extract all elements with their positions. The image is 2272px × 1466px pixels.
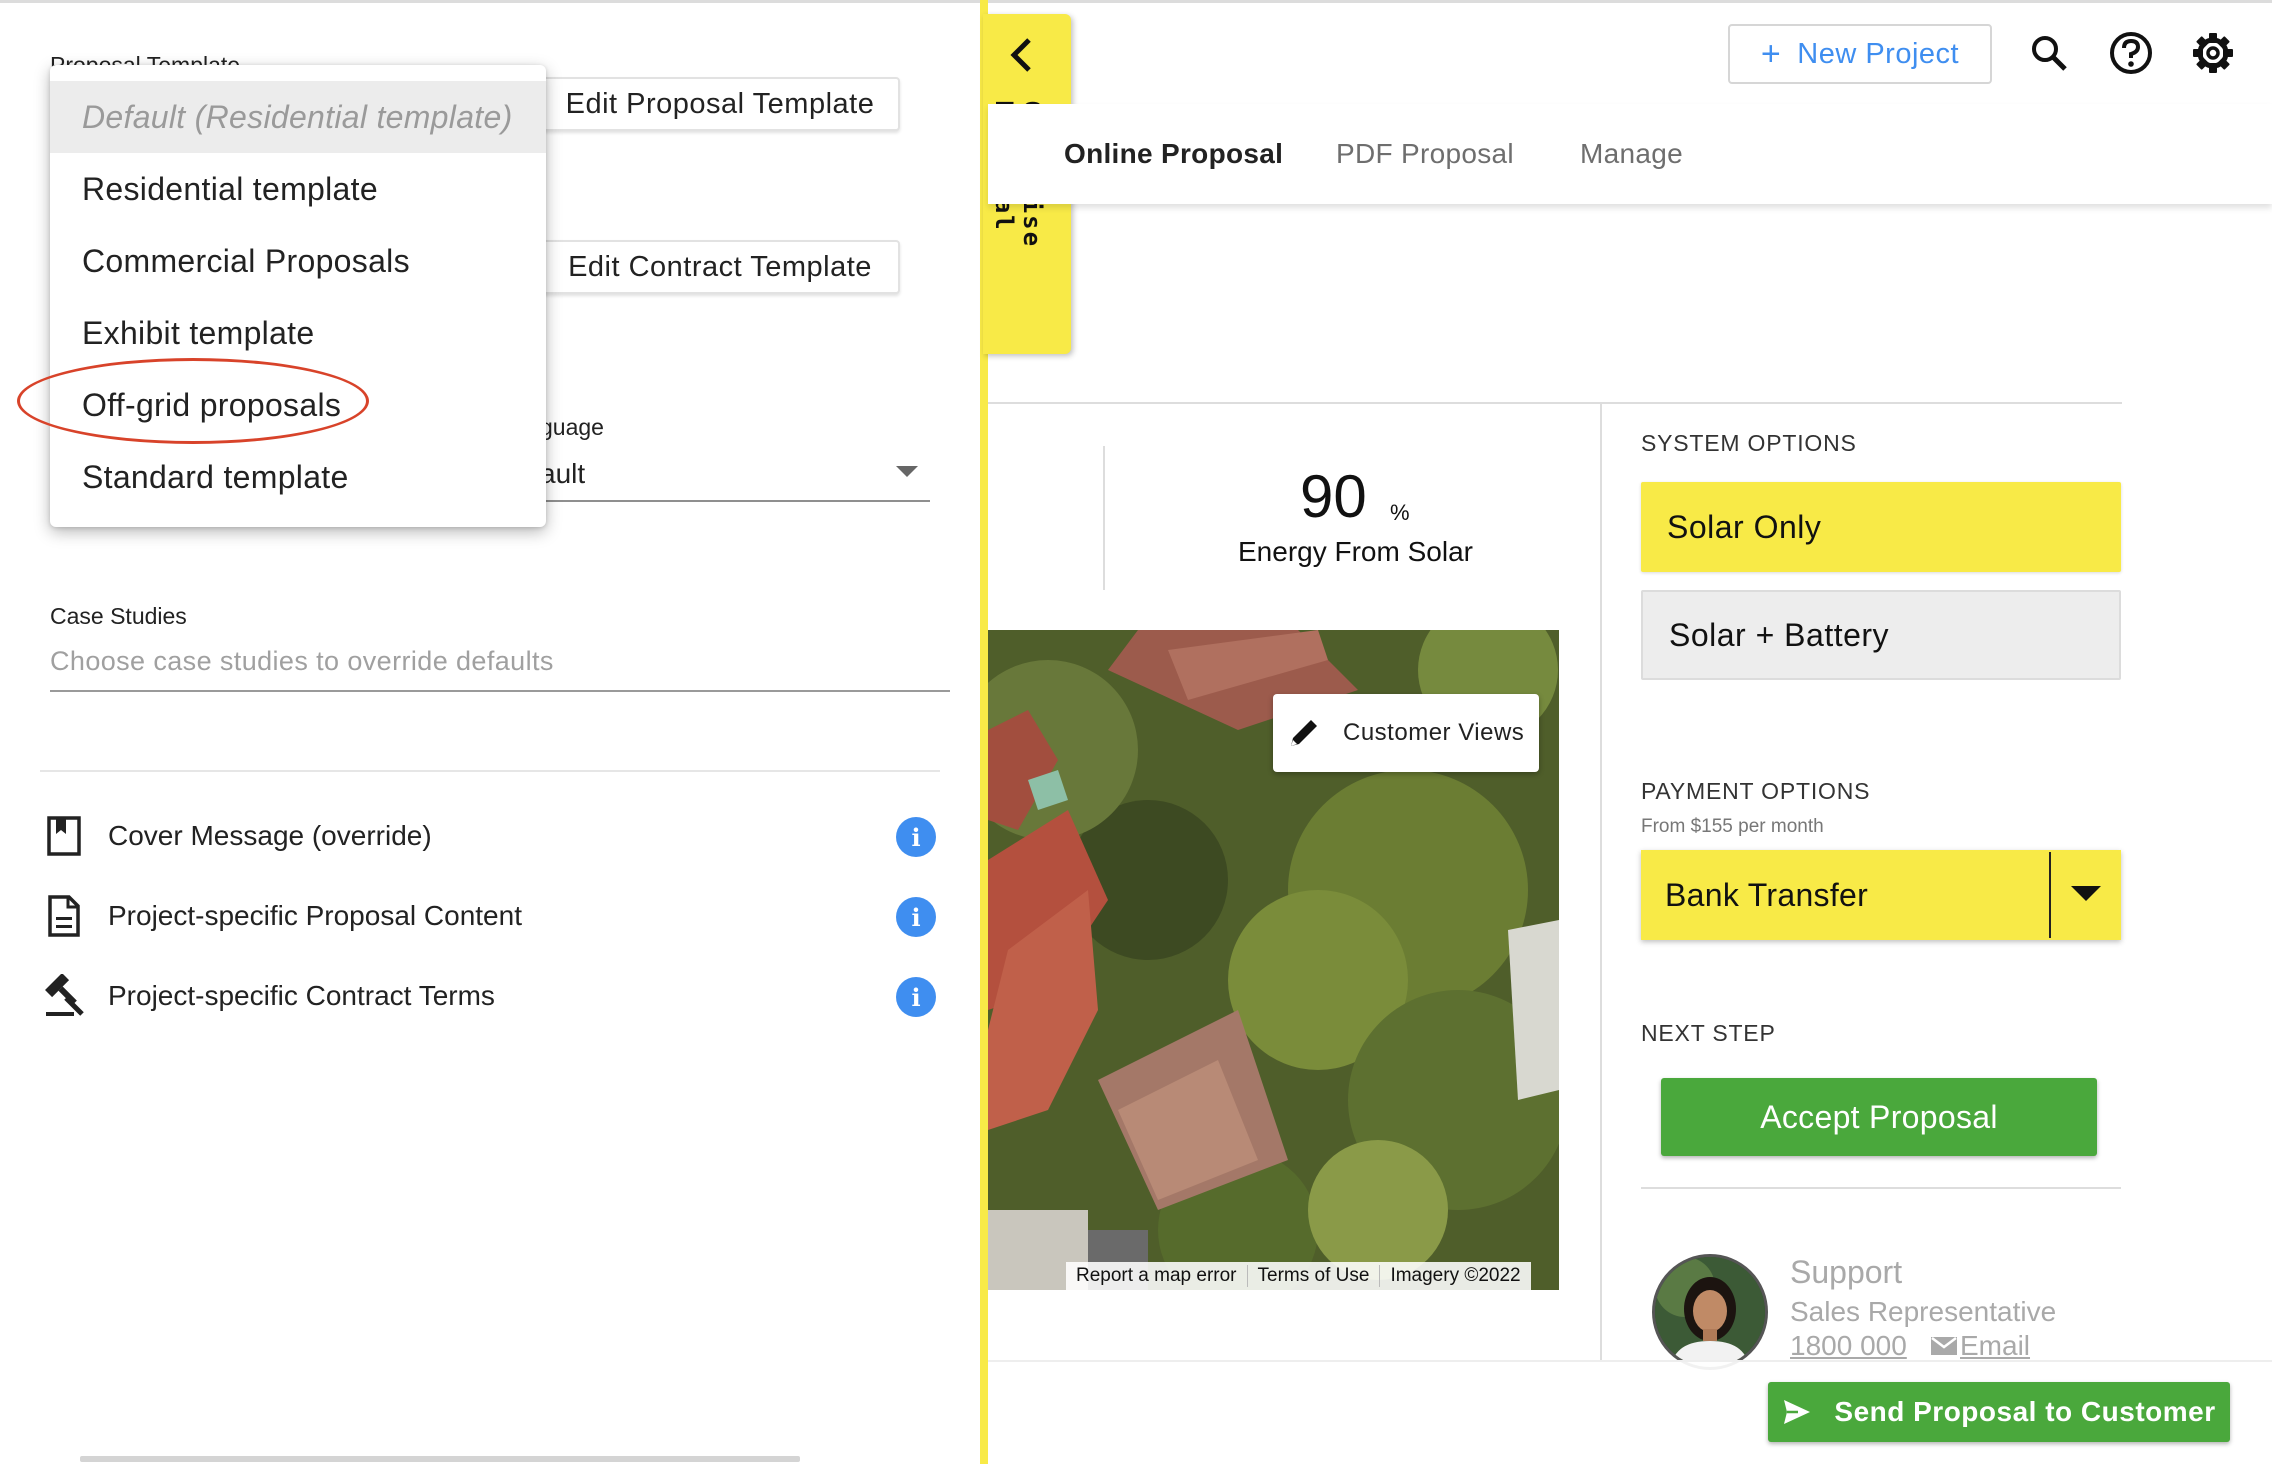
column-divider (1600, 404, 1602, 1360)
chevron-down-icon[interactable] (896, 466, 918, 477)
content-top-divider (988, 402, 2122, 404)
energy-from-solar-label: Energy From Solar (1238, 536, 1473, 567)
gavel-icon (40, 972, 88, 1020)
support-title: Support (1790, 1254, 1903, 1290)
bookmark-page-icon (40, 812, 88, 860)
info-icon[interactable]: i (896, 977, 936, 1017)
avatar (1652, 1254, 1768, 1370)
annotation-highlight-circle (17, 358, 369, 444)
menu-item-exhibit[interactable]: Exhibit template (50, 297, 546, 369)
energy-percentage-unit: % (1390, 500, 1410, 525)
customer-views-button[interactable]: Customer Views (1273, 694, 1539, 772)
pencil-icon (1291, 720, 1317, 746)
tab-online-proposal[interactable]: Online Proposal (1064, 138, 1283, 170)
customer-views-label: Customer Views (1343, 719, 1525, 746)
contract-terms-label: Project-specific Contract Terms (108, 980, 495, 1011)
case-studies-label: Case Studies (50, 603, 187, 629)
support-role: Sales Representative (1790, 1296, 2057, 1327)
payment-options-subtitle: From $155 per month (1641, 816, 1824, 837)
report-map-error-link[interactable]: Report a map error (1066, 1265, 1248, 1287)
payment-method-select[interactable]: Bank Transfer (1641, 850, 2121, 940)
energy-percentage-value: 90 (1300, 463, 1367, 530)
support-divider (1641, 1187, 2121, 1189)
case-studies-underline (50, 690, 950, 692)
payment-options-label: PAYMENT OPTIONS (1641, 778, 1871, 804)
app-header (988, 0, 2272, 106)
cover-message-label: Cover Message (override) (108, 820, 432, 851)
divider (40, 770, 940, 772)
support-email-label: Email (1960, 1330, 2031, 1361)
payment-method-value: Bank Transfer (1665, 876, 1869, 913)
tab-pdf-proposal[interactable]: PDF Proposal (1336, 138, 1514, 170)
language-select-value[interactable]: ault (540, 458, 585, 490)
cover-message-item[interactable]: Cover Message (override) (40, 806, 432, 866)
solar-only-option[interactable]: Solar Only (1641, 482, 2121, 572)
system-options-label: SYSTEM OPTIONS (1641, 430, 1857, 456)
imagery-credit: Imagery ©2022 (1390, 1265, 1521, 1286)
solar-battery-option[interactable]: Solar + Battery (1641, 590, 2121, 680)
menu-item-residential[interactable]: Residential template (50, 153, 546, 225)
menu-item-standard[interactable]: Standard template (50, 441, 546, 513)
send-icon (1784, 1400, 1811, 1424)
accept-proposal-button[interactable]: Accept Proposal (1661, 1078, 2097, 1156)
support-phone-link[interactable]: 1800 000 (1790, 1330, 1907, 1362)
person-photo (1655, 1257, 1765, 1367)
proposal-content-item[interactable]: Project-specific Proposal Content (40, 886, 522, 946)
contract-terms-item[interactable]: Project-specific Contract Terms (40, 966, 495, 1026)
menu-item-default[interactable]: Default (Residential template) (50, 81, 546, 153)
support-email-link[interactable]: Email (1930, 1330, 2030, 1362)
settings-icon[interactable] (2186, 26, 2240, 80)
document-icon (40, 892, 88, 940)
language-select-underline (540, 500, 930, 502)
select-divider (2049, 852, 2051, 938)
plus-icon: + (1760, 35, 1782, 73)
proposal-template-menu: Default (Residential template) Residenti… (50, 65, 546, 527)
edit-contract-template-button[interactable]: Edit Contract Template (540, 240, 900, 294)
send-proposal-label: Send Proposal to Customer (1834, 1396, 2216, 1427)
info-icon[interactable]: i (896, 897, 936, 937)
case-studies-input[interactable]: Choose case studies to override defaults (50, 646, 554, 677)
new-project-button[interactable]: + New Project (1728, 24, 1992, 84)
cutoff-text-line (80, 1456, 800, 1462)
envelope-icon (1931, 1337, 1957, 1355)
language-label: guage (540, 414, 604, 440)
send-proposal-button[interactable]: Send Proposal to Customer (1768, 1382, 2230, 1442)
edit-proposal-template-button[interactable]: Edit Proposal Template (540, 77, 900, 131)
menu-item-commercial[interactable]: Commercial Proposals (50, 225, 546, 297)
stat-divider (1103, 446, 1105, 590)
edit-contract-template-label: Edit Contract Template (568, 250, 872, 283)
map-attribution: Report a map error Terms of Use Imagery … (1066, 1262, 1531, 1290)
new-project-label: New Project (1797, 37, 1960, 70)
help-icon[interactable] (2104, 26, 2158, 80)
info-icon[interactable]: i (896, 817, 936, 857)
tab-manage[interactable]: Manage (1580, 138, 1683, 170)
caret-down-icon[interactable] (2071, 886, 2101, 901)
next-step-label: NEXT STEP (1641, 1020, 1776, 1046)
terms-of-use-link[interactable]: Terms of Use (1248, 1265, 1381, 1287)
proposal-content-label: Project-specific Proposal Content (108, 900, 522, 931)
edit-proposal-template-label: Edit Proposal Template (565, 87, 875, 120)
search-icon[interactable] (2022, 26, 2076, 80)
